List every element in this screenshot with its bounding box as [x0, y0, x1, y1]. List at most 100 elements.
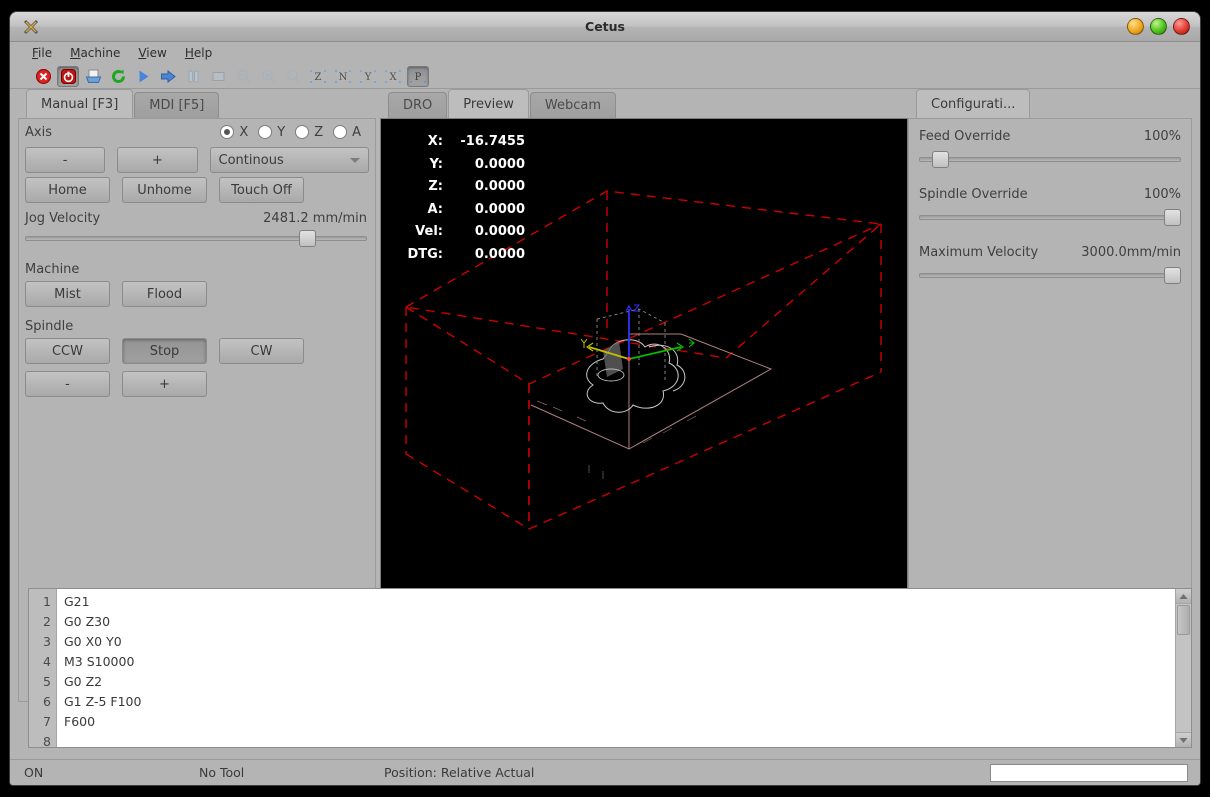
gcode-text[interactable]: G21 G0 Z30 G0 X0 Y0 M3 S10000 G0 Z2 G1 Z…: [57, 589, 1175, 747]
maximum-velocity-label: Maximum Velocity: [919, 245, 1039, 260]
menu-view[interactable]: View: [130, 44, 174, 62]
run-icon[interactable]: [132, 66, 154, 87]
axis-radio-x-label: X: [239, 124, 249, 140]
svg-text:Z: Z: [315, 72, 322, 83]
dro-key: DTG:: [407, 246, 443, 262]
mist-button[interactable]: Mist: [25, 281, 110, 307]
zoom-out-icon[interactable]: [232, 66, 254, 87]
axis-radio-z-label: Z: [314, 124, 324, 140]
line-number-gutter: 1 2 3 4 5 6 7 8: [29, 589, 57, 747]
window-title: Cetus: [585, 19, 625, 34]
unhome-button[interactable]: Unhome: [122, 177, 207, 203]
spindle-label: Spindle: [25, 319, 74, 334]
axis-radio-a[interactable]: [333, 125, 348, 139]
axis-label: Axis: [25, 124, 52, 140]
line-number: 8: [43, 734, 51, 748]
slider-thumb[interactable]: [932, 151, 950, 168]
jog-velocity-slider[interactable]: [25, 228, 367, 248]
jog-velocity-labels: Jog Velocity 2481.2 mm/min: [19, 205, 375, 226]
slider-thumb[interactable]: [1164, 267, 1181, 284]
axis-radio-y-label: Y: [277, 124, 286, 140]
gcode-line: G0 X0 Y0: [64, 634, 122, 649]
jog-mode-value: Continous: [218, 152, 284, 168]
scroll-down-icon[interactable]: [1176, 732, 1191, 747]
axis-radio-y[interactable]: [258, 125, 273, 139]
tab-dro[interactable]: DRO: [388, 92, 448, 119]
view-iso-icon[interactable]: N: [332, 66, 354, 87]
gcode-line: G0 Z2: [64, 674, 103, 689]
menu-file[interactable]: File: [24, 44, 60, 62]
slider-track: [919, 157, 1181, 162]
open-file-icon[interactable]: [82, 66, 104, 87]
chevron-down-icon: [349, 157, 360, 163]
pause-icon[interactable]: [182, 66, 204, 87]
power-icon[interactable]: [57, 65, 79, 87]
zoom-in-icon[interactable]: [257, 66, 279, 87]
dro-row: A: 0.0000: [381, 199, 541, 222]
line-number: 7: [43, 714, 51, 729]
spindle-minus-button[interactable]: -: [25, 371, 110, 397]
maximize-button[interactable]: [1150, 18, 1167, 35]
tab-manual[interactable]: Manual [F3]: [26, 89, 134, 119]
gcode-editor[interactable]: 1 2 3 4 5 6 7 8 G21 G0 Z30 G0 X0 Y0 M3 S…: [28, 588, 1192, 748]
scrollbar-thumb[interactable]: [1177, 605, 1190, 635]
reload-icon[interactable]: [107, 66, 129, 87]
axis-row: Axis X Y Z A: [19, 119, 375, 145]
jog-velocity-label: Jog Velocity: [25, 211, 101, 226]
dro-value: 0.0000: [474, 179, 525, 195]
axis-radio-group: X Y Z A: [220, 125, 369, 140]
title-bar: Cetus: [10, 12, 1200, 42]
spindle-override-slider[interactable]: [919, 207, 1181, 227]
scroll-up-icon[interactable]: [1176, 589, 1191, 604]
spindle-ccw-button[interactable]: CCW: [25, 338, 110, 364]
axis-radio-x[interactable]: [220, 125, 235, 139]
home-button[interactable]: Home: [25, 177, 110, 203]
spindle-stop-button[interactable]: Stop: [122, 338, 207, 364]
maximum-velocity-labels: Maximum Velocity 3000.0mm/min: [909, 227, 1191, 260]
close-button[interactable]: [1173, 18, 1190, 35]
minimize-button[interactable]: [1127, 18, 1144, 35]
tab-preview[interactable]: Preview: [448, 89, 529, 119]
svg-text:P: P: [415, 72, 422, 83]
maximum-velocity-slider[interactable]: [919, 265, 1181, 285]
main-content: Manual [F3] MDI [F5] Axis X Y Z A - + Co…: [10, 89, 1200, 784]
jog-plus-button[interactable]: +: [117, 147, 198, 173]
step-icon[interactable]: [157, 66, 179, 87]
slider-thumb[interactable]: [1164, 209, 1181, 226]
stop-icon[interactable]: [207, 66, 229, 87]
slider-thumb[interactable]: [298, 230, 316, 247]
line-number: 5: [43, 674, 51, 689]
svg-text:Y: Y: [364, 72, 372, 83]
axis-radio-z[interactable]: [295, 125, 310, 139]
view-z-icon[interactable]: Z: [307, 66, 329, 87]
right-tabstrip: Configurati...: [908, 89, 1192, 119]
toolbar: Z N Y X P: [10, 64, 1200, 89]
tab-mdi[interactable]: MDI [F5]: [134, 92, 220, 119]
left-tabstrip: Manual [F3] MDI [F5]: [18, 89, 376, 119]
editor-scrollbar[interactable]: [1175, 589, 1191, 747]
estop-icon[interactable]: [32, 66, 54, 87]
jog-minus-button[interactable]: -: [25, 147, 106, 173]
view-x-icon[interactable]: X: [382, 66, 404, 87]
gcode-line: M3 S10000: [64, 654, 135, 669]
tab-webcam[interactable]: Webcam: [529, 92, 617, 119]
tab-configuration[interactable]: Configurati...: [916, 89, 1031, 119]
zoom-fit-icon[interactable]: [282, 66, 304, 87]
view-y-icon[interactable]: Y: [357, 66, 379, 87]
feed-override-slider[interactable]: [919, 149, 1181, 169]
spindle-cw-button[interactable]: CW: [219, 338, 304, 364]
menu-machine[interactable]: Machine: [62, 44, 128, 62]
status-command-input[interactable]: [990, 763, 1188, 782]
status-machine-state: ON: [24, 765, 44, 780]
view-p-icon[interactable]: P: [407, 65, 429, 87]
flood-button[interactable]: Flood: [122, 281, 207, 307]
jog-velocity-value: 2481.2 mm/min: [263, 211, 367, 226]
jog-row: - + Continous: [19, 145, 375, 175]
spindle-plus-button[interactable]: +: [122, 371, 207, 397]
home-row: Home Unhome Touch Off: [19, 175, 375, 205]
gcode-line: G1 Z-5 F100: [64, 694, 142, 709]
jog-mode-select[interactable]: Continous: [209, 147, 369, 173]
menu-bar: File Machine View Help: [10, 42, 1200, 64]
menu-help[interactable]: Help: [177, 44, 220, 62]
touch-off-button[interactable]: Touch Off: [219, 177, 304, 203]
